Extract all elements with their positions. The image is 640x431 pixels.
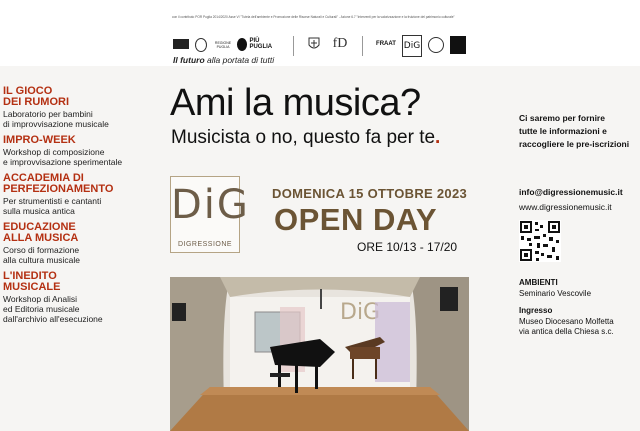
info-statement: Ci saremo per fornire tutte le informazi… (519, 113, 630, 149)
ambienti-label: AMBIENTI (519, 278, 558, 287)
course-description: Laboratorio per bambini di improvvisazion… (3, 109, 109, 129)
partner-round-logo (428, 37, 444, 53)
event-hours: ORE 10/13 - 17/20 (357, 240, 458, 254)
event-date: DOMENICA 15 OTTOBRE 2023 (272, 186, 468, 201)
logo-divider (293, 36, 294, 56)
course-description: Corso di formazione alla cultura musicale (3, 245, 81, 265)
course-item: ACCADEMIA DI PERFEZIONAMENTO Per strument… (3, 172, 153, 217)
course-title: IL GIOCO DEI RUMORI (3, 85, 69, 108)
page-subheadline: Musicista o no, questo fa per te. (171, 127, 441, 148)
course-item: IMPRO-WEEK Workshop di composizione e imp… (3, 134, 153, 168)
venue-photo: DiG (170, 277, 469, 431)
event-title: OPEN DAY (274, 202, 438, 237)
dig-logo-letters: DiG (171, 182, 250, 228)
course-item: IL GIOCO DEI RUMORI Laboratorio per bambi… (3, 85, 153, 130)
logo-divider (362, 36, 363, 56)
course-title: L'INEDITO MUSICALE (3, 270, 61, 293)
contact-email[interactable]: info@digressionemusic.it (519, 187, 623, 197)
qr-code (519, 220, 561, 262)
course-title: EDUCAZIONE ALLA MUSICA (3, 221, 79, 244)
course-item: L'INEDITO MUSICALE Workshop di Analisi ed … (3, 270, 153, 325)
digressione-logo: DiG DIGRESSIONE (170, 176, 250, 253)
diocese-crest-logo (307, 36, 321, 52)
course-description: Per strumentisti e cantanti sulla musica … (3, 196, 102, 216)
dig-logo-word: DIGRESSIONE (177, 241, 233, 248)
tagline-rest: alla portata di tutti (204, 55, 275, 65)
page-headline: Ami la musica? (170, 82, 421, 124)
piu-puglia-logo: PIÙ PUGLIA (237, 36, 277, 52)
fraat-logo: FRAAT (376, 41, 396, 47)
tagline: Il futuro alla portata di tutti (173, 55, 274, 65)
piu-puglia-text: PIÙ PUGLIA (249, 38, 273, 50)
course-title: IMPRO-WEEK (3, 134, 76, 146)
course-item: EDUCAZIONE ALLA MUSICA Corso di formazion… (3, 221, 153, 266)
ambienti-value: Seminario Vescovile (519, 289, 592, 298)
course-list: IL GIOCO DEI RUMORI Laboratorio per bambi… (3, 86, 153, 330)
puglia-circle-icon (237, 37, 248, 51)
website-link[interactable]: www.digressionemusic.it (519, 202, 612, 212)
ingresso-label: Ingresso (519, 306, 553, 315)
eu-flag-logo (173, 39, 189, 49)
partner-black-logo (450, 36, 466, 54)
course-title: ACCADEMIA DI PERFEZIONAMENTO (3, 172, 114, 195)
course-description: Workshop di Analisi ed Editoria musicale d… (3, 294, 103, 324)
fd-logo: fD (332, 36, 348, 51)
ingresso-address: Museo Diocesano Molfetta via antica dell… (519, 317, 614, 336)
dig-small-logo: DiG (402, 35, 422, 57)
funding-fine-print: con il contributo POR Puglia 2014/2020 A… (172, 15, 455, 19)
tagline-bold: Il futuro (173, 55, 205, 65)
sponsor-header: con il contributo POR Puglia 2014/2020 A… (0, 0, 640, 66)
photo-dig-sign: DiG (340, 300, 380, 325)
course-description: Workshop di composizione e improvvisazion… (3, 147, 123, 167)
regione-puglia-logo: REGIONE PUGLIA (214, 41, 232, 49)
republic-emblem-logo (195, 38, 207, 52)
